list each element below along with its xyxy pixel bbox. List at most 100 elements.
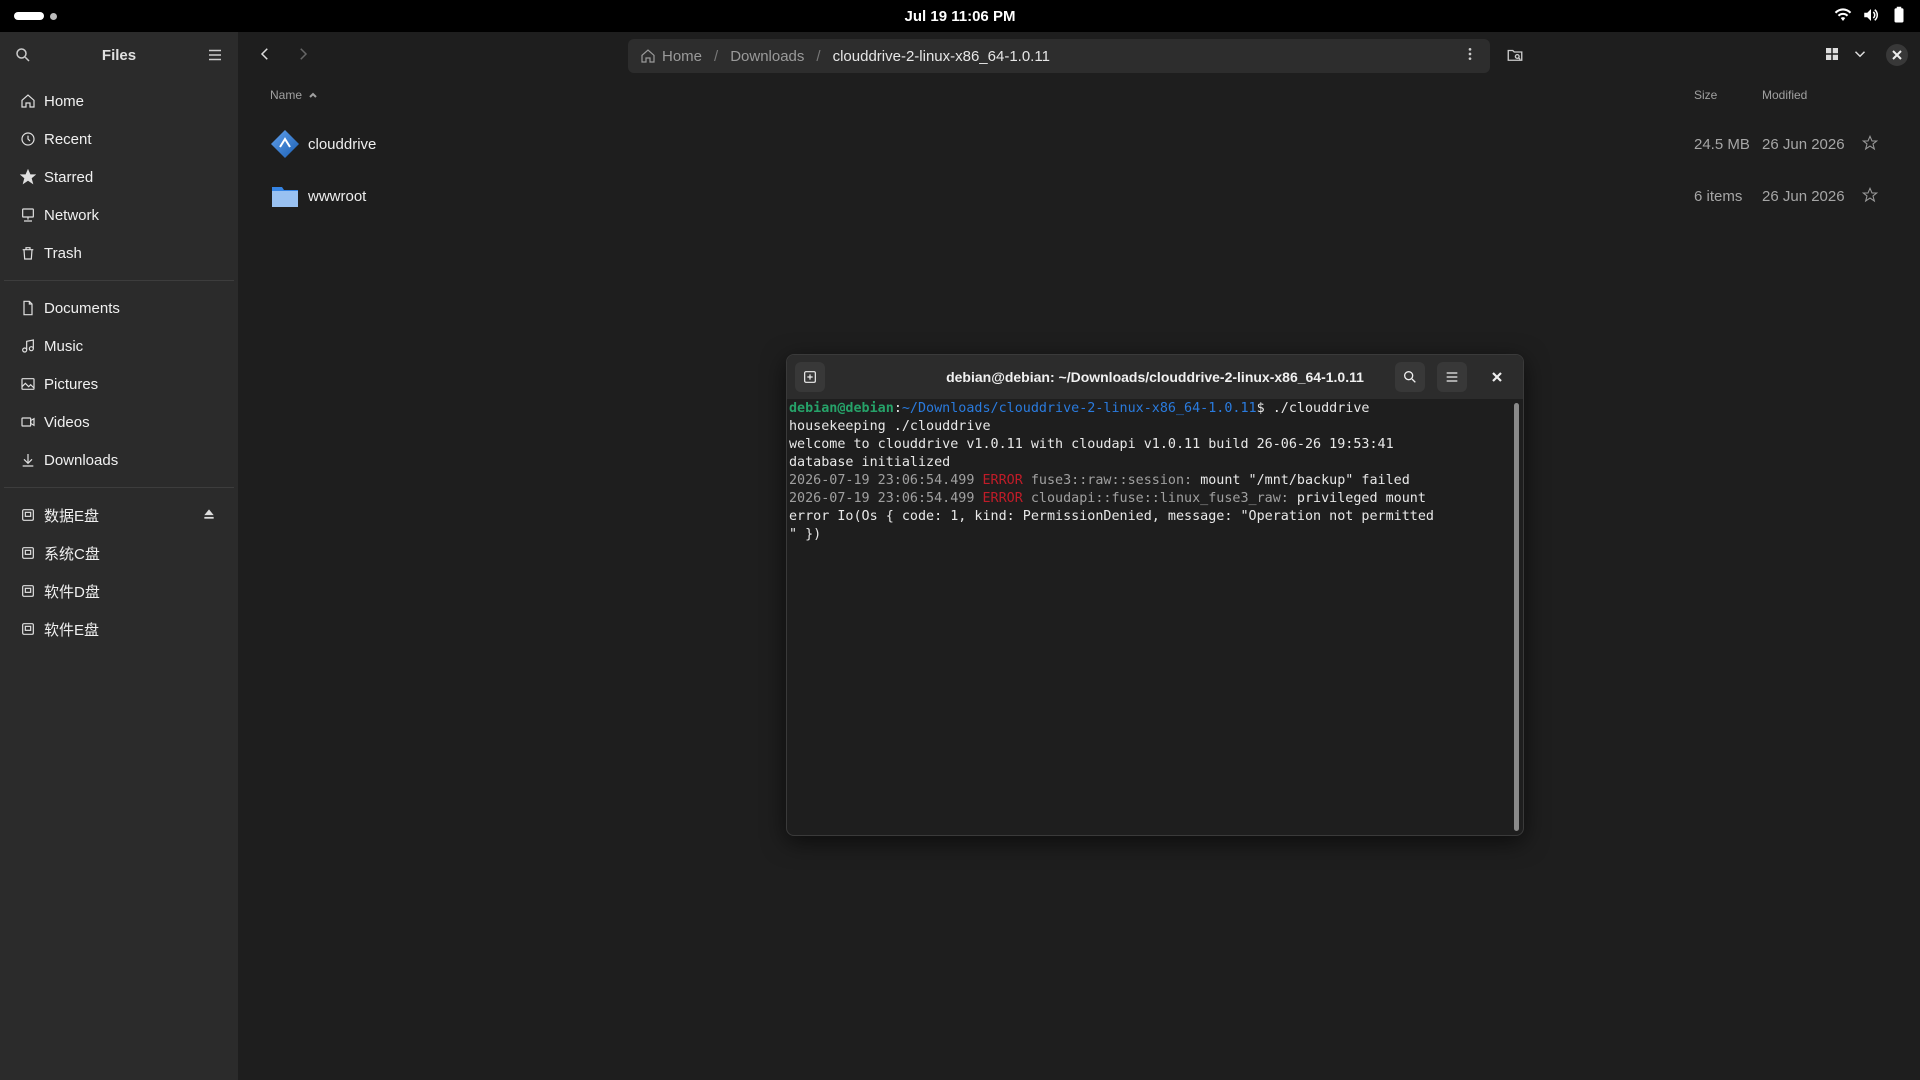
eject-icon[interactable]: [202, 507, 218, 523]
file-row[interactable]: wwwroot 6 items 26 Jun 2026: [238, 170, 1920, 222]
sidebar-item-drive-system-c[interactable]: 系统C盘: [0, 534, 238, 572]
sidebar-item-downloads[interactable]: Downloads: [0, 441, 238, 479]
breadcrumb-separator: /: [816, 47, 821, 65]
log-timestamp: 2026-07-19 23:06:54.499: [789, 473, 975, 488]
trash-icon: [20, 245, 36, 261]
sort-ascending-icon: [309, 92, 317, 98]
terminal-output[interactable]: debian@debian:~/Downloads/clouddrive-2-l…: [787, 399, 1515, 835]
breadcrumb-home[interactable]: Home: [662, 48, 702, 65]
sidebar-item-documents[interactable]: Documents: [0, 289, 238, 327]
view-options: [1823, 45, 1869, 68]
terminal-close-button[interactable]: [1487, 367, 1507, 387]
terminal-title: debian@debian: ~/Downloads/clouddrive-2-…: [946, 369, 1364, 385]
column-size-header[interactable]: Size: [1694, 88, 1717, 102]
sidebar-item-label: Network: [44, 206, 100, 224]
sidebar-item-label: Home: [44, 92, 85, 110]
close-icon: [1892, 50, 1902, 60]
clock[interactable]: Jul 19 11:06 PM: [905, 8, 1016, 25]
sidebar-item-label: Music: [44, 337, 84, 355]
download-icon: [20, 452, 36, 468]
terminal-search-button[interactable]: [1395, 362, 1425, 392]
sidebar-divider: [4, 280, 234, 281]
sidebar-item-home[interactable]: Home: [0, 82, 238, 120]
path-bar[interactable]: Home / Downloads / clouddrive-2-linux-x8…: [628, 39, 1490, 73]
terminal-line: database initialized: [789, 455, 951, 470]
sidebar: Files Home Recent Starred Network Trash …: [0, 32, 238, 1080]
battery-icon: [1894, 6, 1904, 23]
sidebar-divider: [4, 487, 234, 488]
system-tray[interactable]: [1834, 6, 1908, 24]
breadcrumb-current[interactable]: clouddrive-2-linux-x86_64-1.0.11: [833, 48, 1050, 65]
search-icon[interactable]: [14, 46, 32, 64]
hamburger-menu-icon[interactable]: [206, 46, 224, 64]
terminal-titlebar[interactable]: debian@debian: ~/Downloads/clouddrive-2-…: [787, 355, 1523, 399]
star-toggle-icon[interactable]: [1861, 134, 1880, 153]
terminal-line: error Io(Os { code: 1, kind: PermissionD…: [789, 509, 1434, 524]
search-folder-button[interactable]: [1506, 46, 1524, 69]
star-icon: [20, 169, 36, 185]
forward-button[interactable]: [294, 45, 312, 68]
back-button[interactable]: [256, 45, 274, 68]
activities-indicator[interactable]: [14, 12, 57, 20]
file-row[interactable]: clouddrive 24.5 MB 26 Jun 2026: [238, 118, 1920, 170]
prompt-path: ~/Downloads/clouddrive-2-linux-x86_64-1.…: [901, 401, 1257, 416]
terminal-window[interactable]: debian@debian: ~/Downloads/clouddrive-2-…: [786, 354, 1524, 836]
log-level: ERROR: [982, 491, 1023, 506]
music-icon: [20, 338, 36, 354]
wifi-icon: [1834, 8, 1852, 21]
log-source: fuse3::raw::session:: [1030, 473, 1193, 488]
sidebar-item-label: 系统C盘: [44, 545, 100, 563]
sidebar-item-pictures[interactable]: Pictures: [0, 365, 238, 403]
sidebar-item-music[interactable]: Music: [0, 327, 238, 365]
workspace-active-indicator: [14, 12, 44, 20]
network-icon: [20, 207, 36, 223]
view-dropdown-button[interactable]: [1851, 45, 1869, 68]
star-toggle-icon[interactable]: [1861, 186, 1880, 205]
document-icon: [20, 300, 36, 316]
top-bar: Jul 19 11:06 PM: [0, 0, 1920, 32]
column-modified-header[interactable]: Modified: [1762, 88, 1807, 102]
file-name: clouddrive: [308, 135, 377, 153]
breadcrumb-separator: /: [714, 47, 719, 65]
sidebar-item-videos[interactable]: Videos: [0, 403, 238, 441]
window-close-button[interactable]: [1886, 44, 1908, 66]
sidebar-item-label: Recent: [44, 130, 92, 148]
new-tab-button[interactable]: [795, 362, 825, 392]
sidebar-item-starred[interactable]: Starred: [0, 158, 238, 196]
column-header: Name Size Modified: [238, 78, 1920, 112]
log-message: mount "/mnt/backup" failed: [1200, 473, 1410, 488]
home-icon: [640, 48, 656, 64]
app-title: Files: [101, 46, 137, 64]
chevron-left-icon: [260, 48, 268, 60]
new-tab-icon: [804, 371, 816, 383]
sidebar-item-label: Pictures: [44, 375, 99, 393]
grid-icon: [1826, 48, 1838, 60]
terminal-line: welcome to clouddrive v1.0.11 with cloud…: [789, 437, 1394, 452]
sidebar-item-drive-software-e[interactable]: 软件E盘: [0, 610, 238, 648]
sidebar-item-recent[interactable]: Recent: [0, 120, 238, 158]
executable-icon: [270, 129, 300, 159]
workspace-indicator: [50, 12, 57, 20]
terminal-line: " }): [789, 527, 822, 542]
sidebar-item-network[interactable]: Network: [0, 196, 238, 234]
sidebar-item-drive-software-d[interactable]: 软件D盘: [0, 572, 238, 610]
terminal-scrollbar[interactable]: [1514, 403, 1519, 831]
prompt-user: debian@debian: [789, 401, 894, 416]
sidebar-item-drive-data-e[interactable]: 数据E盘: [0, 496, 238, 534]
sidebar-item-trash[interactable]: Trash: [0, 234, 238, 272]
prompt-command: $ ./clouddrive: [1256, 401, 1370, 416]
drive-icon: [20, 621, 36, 637]
sidebar-item-label: Downloads: [44, 451, 119, 469]
column-name-header[interactable]: Name: [270, 88, 318, 102]
terminal-menu-button[interactable]: [1437, 362, 1467, 392]
terminal-log-line: 2026-07-19 23:06:54.499 ERROR cloudapi::…: [789, 490, 1513, 508]
path-menu-button[interactable]: [1462, 46, 1478, 66]
breadcrumb-downloads[interactable]: Downloads: [730, 48, 804, 65]
folder-search-icon: [1507, 49, 1523, 61]
sidebar-header: Files: [0, 32, 238, 78]
terminal-log-line: 2026-07-19 23:06:54.499 ERROR fuse3::raw…: [789, 472, 1513, 490]
terminal-prompt-line: debian@debian:~/Downloads/clouddrive-2-l…: [789, 401, 1370, 416]
drive-icon: [20, 507, 36, 523]
grid-view-button[interactable]: [1823, 45, 1841, 68]
log-source: cloudapi::fuse::linux_fuse3_raw:: [1030, 491, 1289, 506]
